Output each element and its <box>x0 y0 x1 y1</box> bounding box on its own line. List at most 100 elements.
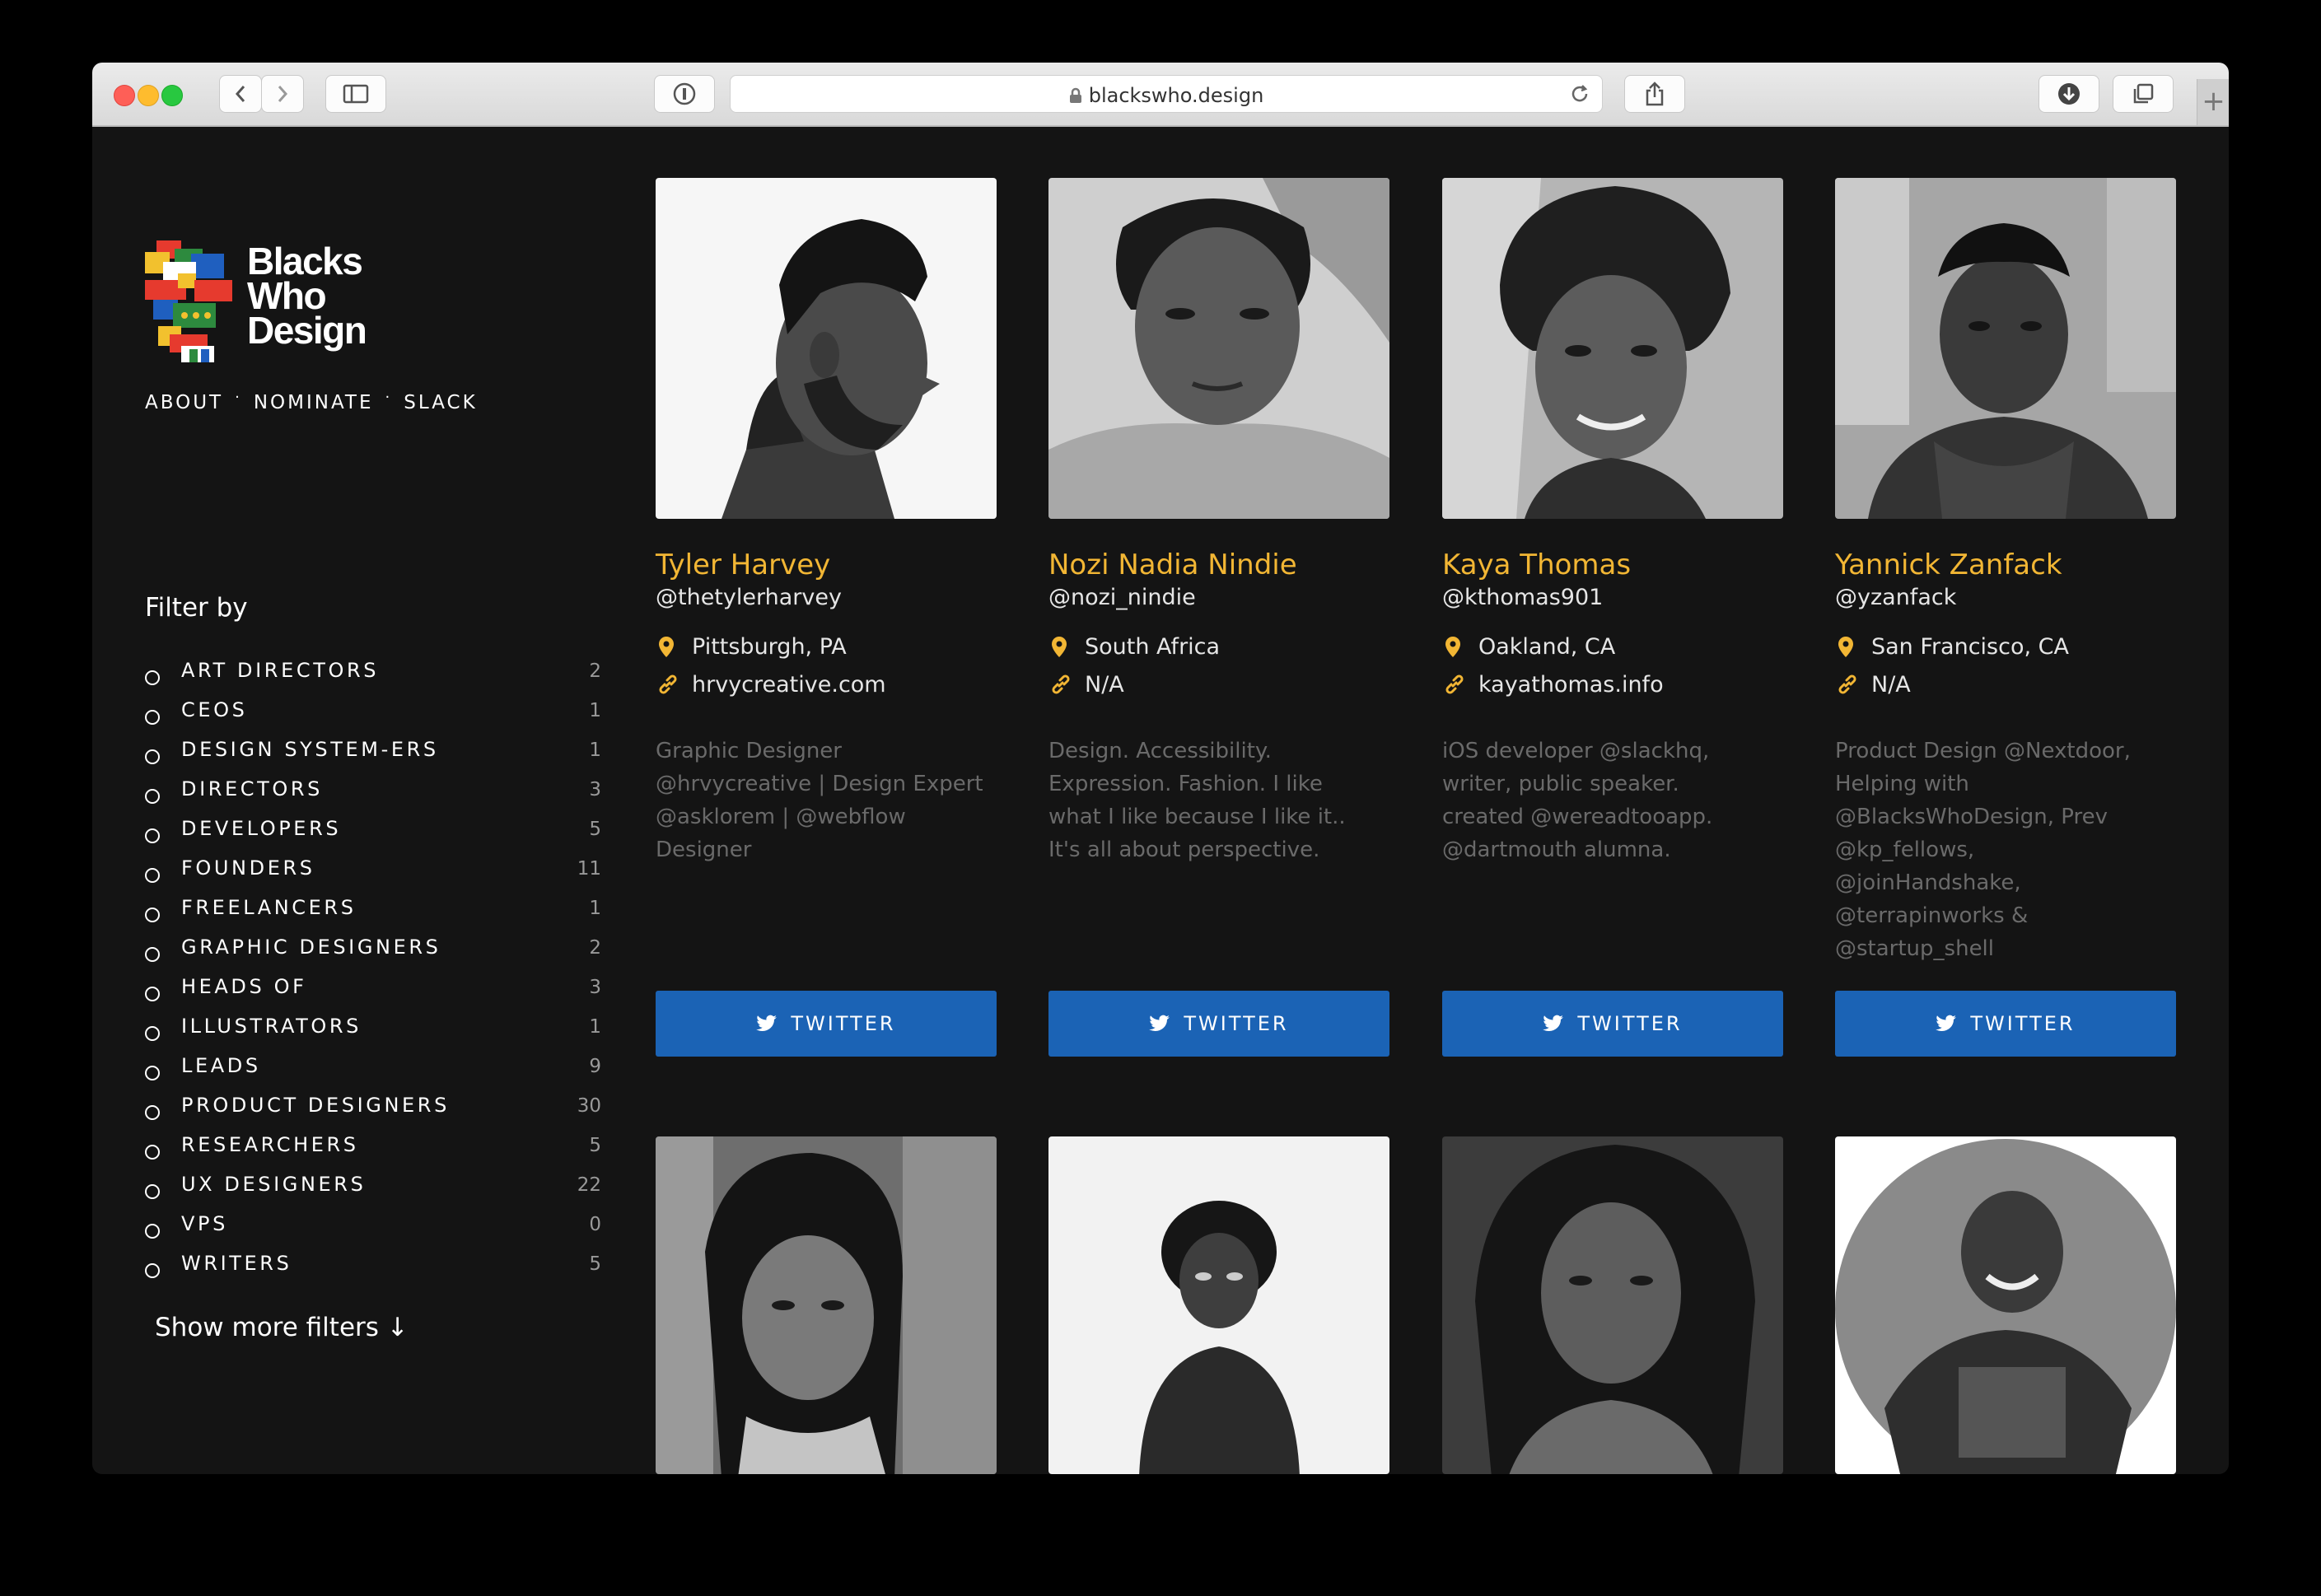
radio-circle-icon <box>145 1184 160 1199</box>
location-text: Oakland, CA <box>1478 634 1616 660</box>
radio-circle-icon <box>145 868 160 883</box>
new-tab-button[interactable]: + <box>2197 79 2229 125</box>
bio-line: Designer <box>656 838 752 862</box>
portrait-image <box>1835 1136 2176 1474</box>
profile-photo[interactable] <box>656 1136 997 1474</box>
filter-option-heads-of[interactable]: HEADS OF 3 <box>145 975 601 1015</box>
filter-option-product-designers[interactable]: PRODUCT DESIGNERS 30 <box>145 1094 601 1133</box>
radio-circle-icon <box>145 947 160 962</box>
designer-name[interactable]: Nozi Nadia Nindie <box>1048 548 1297 581</box>
filter-count: 30 <box>577 1095 601 1117</box>
address-bar[interactable]: blackswho.design <box>730 75 1603 113</box>
link-icon <box>1052 674 1070 694</box>
filter-label: ILLUSTRATORS <box>181 1015 362 1038</box>
filter-label: DESIGN SYSTEM-ERS <box>181 738 439 761</box>
designer-handle[interactable]: @nozi_nindie <box>1048 585 1196 610</box>
browser-toolbar: blackswho.design + <box>92 63 2229 127</box>
filter-label: HEADS OF <box>181 975 307 998</box>
filter-option-freelancers[interactable]: FREELANCERS 1 <box>145 896 601 936</box>
designer-name[interactable]: Tyler Harvey <box>656 548 830 581</box>
back-button[interactable] <box>219 75 262 113</box>
site-wordmark[interactable]: Blacks Who Design <box>247 240 367 349</box>
chevron-right-icon <box>278 86 288 102</box>
bio-line: @joinHandshake, <box>1835 870 2021 895</box>
sidebar-toggle-button[interactable] <box>325 75 386 113</box>
twitter-button-label: TWITTER <box>1970 1012 2076 1035</box>
portrait-image <box>1048 1136 1389 1474</box>
wordmark-line: Blacks <box>247 240 363 282</box>
tabs-overview-button[interactable] <box>2113 75 2174 113</box>
minimize-window-button[interactable] <box>138 85 159 106</box>
designer-name[interactable]: Kaya Thomas <box>1442 548 1631 581</box>
share-button[interactable] <box>1624 75 1685 113</box>
blacks-who-design-logo[interactable] <box>145 240 234 362</box>
filter-option-graphic-designers[interactable]: GRAPHIC DESIGNERS 2 <box>145 936 601 975</box>
filter-option-researchers[interactable]: RESEARCHERS 5 <box>145 1133 601 1173</box>
bio-line: Graphic Designer <box>656 739 842 763</box>
twitter-button[interactable]: TWITTER <box>656 991 997 1057</box>
download-icon <box>2058 83 2080 105</box>
website-text: N/A <box>1085 672 1124 698</box>
twitter-icon <box>756 1015 778 1032</box>
password-manager-button[interactable] <box>654 75 715 113</box>
profile-photo[interactable] <box>1442 1136 1783 1474</box>
filter-option-illustrators[interactable]: ILLUSTRATORS 1 <box>145 1015 601 1054</box>
filter-option-design-system-ers[interactable]: DESIGN SYSTEM-ERS 1 <box>145 738 601 777</box>
filter-option-leads[interactable]: LEADS 9 <box>145 1054 601 1094</box>
filter-label: VPS <box>181 1212 228 1235</box>
bio-line: writer, public speaker. <box>1442 772 1679 796</box>
twitter-button[interactable]: TWITTER <box>1442 991 1783 1057</box>
profile-photo[interactable] <box>1835 178 2176 519</box>
bio-line: Design. Accessibility. <box>1048 739 1272 763</box>
bio-line: @startup_shell <box>1835 936 1995 961</box>
bio-line: @dartmouth alumna. <box>1442 838 1671 862</box>
map-pin-icon <box>1838 637 1853 657</box>
designer-name[interactable]: Yannick Zanfack <box>1835 548 2062 581</box>
map-pin-icon <box>1445 637 1460 657</box>
zoom-window-button[interactable] <box>161 85 183 106</box>
filter-option-vps[interactable]: VPS 0 <box>145 1212 601 1252</box>
filter-option-developers[interactable]: DEVELOPERS 5 <box>145 817 601 856</box>
bio-line: It's all about perspective. <box>1048 838 1320 862</box>
downloads-button[interactable] <box>2038 75 2099 113</box>
twitter-button[interactable]: TWITTER <box>1835 991 2176 1057</box>
nav-separator: · <box>385 389 393 406</box>
forward-button[interactable] <box>261 75 304 113</box>
designer-handle[interactable]: @thetylerharvey <box>656 585 842 610</box>
filter-count: 3 <box>589 977 601 998</box>
designer-handle[interactable]: @kthomas901 <box>1442 585 1603 610</box>
filter-option-founders[interactable]: FOUNDERS 11 <box>145 856 601 896</box>
profile-photo[interactable] <box>656 178 997 519</box>
show-more-filters-link[interactable]: Show more filters ↓ <box>155 1313 409 1342</box>
filter-option-directors[interactable]: DIRECTORS 3 <box>145 777 601 817</box>
filter-option-writers[interactable]: WRITERS 5 <box>145 1252 601 1291</box>
reload-icon[interactable] <box>1569 83 1590 105</box>
nav-link-nominate[interactable]: NOMINATE <box>254 392 374 413</box>
profile-photo[interactable] <box>1048 1136 1389 1474</box>
profile-photo[interactable] <box>1442 178 1783 519</box>
bio-line: @asklorem | @webflow <box>656 805 906 829</box>
filter-option-ux-designers[interactable]: UX DESIGNERS 22 <box>145 1173 601 1212</box>
profile-photo[interactable] <box>1835 1136 2176 1474</box>
radio-circle-icon <box>145 749 160 764</box>
filter-label: RESEARCHERS <box>181 1133 359 1156</box>
profile-photo[interactable] <box>1048 178 1389 519</box>
nav-link-slack[interactable]: SLACK <box>404 392 477 413</box>
nav-link-about[interactable]: ABOUT <box>145 392 223 413</box>
twitter-button[interactable]: TWITTER <box>1048 991 1389 1057</box>
designer-handle[interactable]: @yzanfack <box>1835 585 1956 610</box>
sidebar: Blacks Who Design ABOUT · NOMINATE · SLACK F… <box>92 125 601 1474</box>
lock-icon <box>1069 87 1081 103</box>
close-window-button[interactable] <box>114 85 135 106</box>
filter-count: 5 <box>589 819 601 840</box>
designer-bio: Product Design @Nextdoor, Helping with @… <box>1835 735 2176 965</box>
map-pin-icon <box>659 637 674 657</box>
filter-label: FREELANCERS <box>181 896 357 919</box>
filter-option-art-directors[interactable]: ART DIRECTORS 2 <box>145 659 601 698</box>
radio-circle-icon <box>145 987 160 1001</box>
radio-circle-icon <box>145 1105 160 1120</box>
filter-label: DIRECTORS <box>181 777 324 800</box>
filter-option-ceos[interactable]: CEOS 1 <box>145 698 601 738</box>
designer-bio: iOS developer @slackhq, writer, public s… <box>1442 735 1783 866</box>
portrait-image <box>1442 178 1783 519</box>
